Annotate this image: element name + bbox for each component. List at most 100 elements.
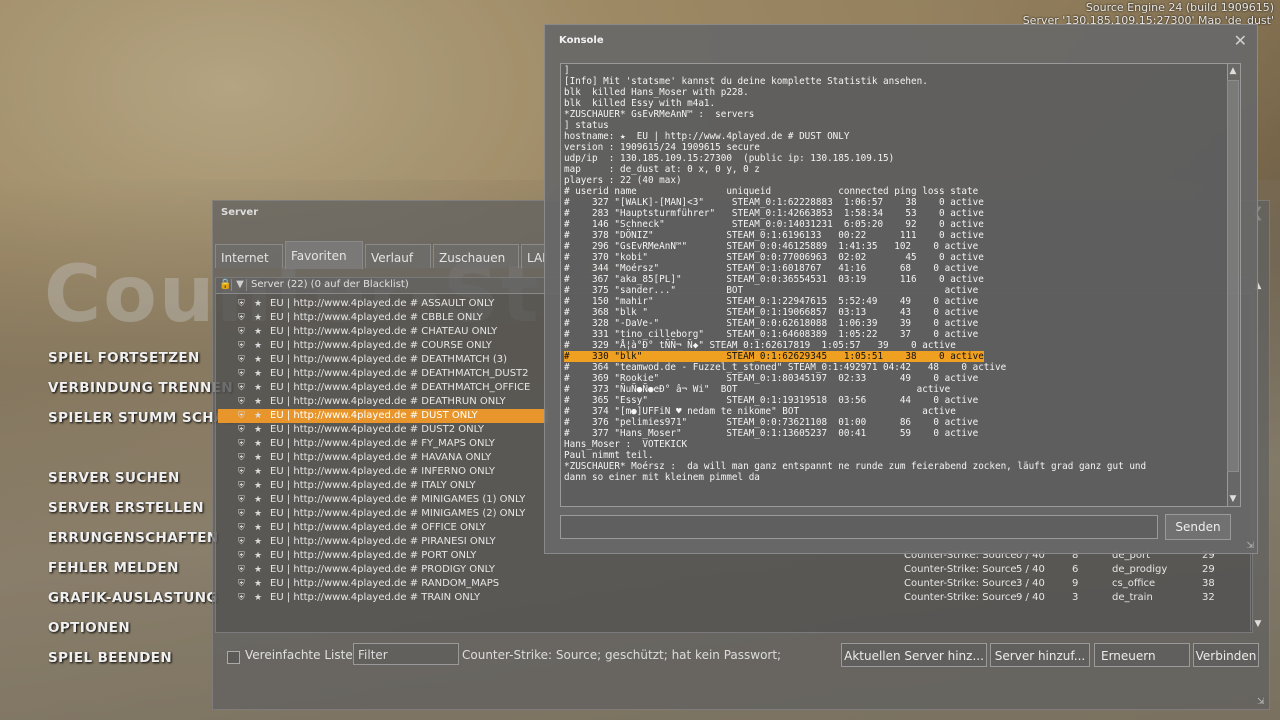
send-button[interactable]: Senden: [1165, 514, 1231, 540]
console-line: # 375 "sander..." BOT active: [564, 285, 979, 296]
console-line: # 328 "-DaVe-" STEAM_0:0:62618088 1:06:3…: [564, 318, 979, 329]
console-line: # 364 "teamwod.de - Fuzzel_t_stoned" STE…: [564, 362, 1007, 373]
table-row[interactable]: ⛨ ★ EU | http://www.4played.de # TRAIN ONL…: [218, 591, 1250, 605]
star-icon: ★: [254, 467, 263, 477]
resize-grip-icon[interactable]: ⇲: [1257, 697, 1267, 707]
star-icon: ★: [254, 341, 263, 351]
console-line: map : de_dust at: 0 x, 0 y, 0 z: [564, 164, 760, 175]
console-line: blk killed Hans_Moser with p228.: [564, 87, 749, 98]
star-icon: ★: [254, 509, 263, 519]
console-line: *ZUSCHAUER* Moérsz : da will man ganz en…: [564, 461, 1147, 472]
server-name: EU | http://www.4played.de # DUST ONLY: [270, 410, 478, 421]
shield-icon: ⛨: [238, 327, 245, 337]
shield-icon: ⛨: [238, 369, 245, 379]
menu-quit-game[interactable]: SPIEL BEENDEN: [48, 650, 172, 666]
server-name: EU | http://www.4played.de # TRAIN ONLY: [270, 592, 481, 603]
add-server-button[interactable]: Server hinzuf...: [990, 643, 1090, 667]
console-line: # 150 "mahir" STEAM_0:1:22947615 5:52:49…: [564, 296, 979, 307]
console-scroll-thumb[interactable]: [1227, 80, 1239, 472]
shield-icon: ⛨: [238, 537, 245, 547]
server-name: EU | http://www.4played.de # MINIGAMES (…: [270, 494, 526, 505]
table-row[interactable]: ⛨ ★ EU | http://www.4played.de # PRODIGY O…: [218, 563, 1250, 577]
server-latency: 38: [1202, 578, 1215, 589]
simple-list-label: Vereinfachte Liste: [245, 648, 353, 662]
tab-favorites[interactable]: Favoriten: [285, 241, 363, 269]
console-line: # 344 "Moérsz" STEAM_0:1:6018767 41:16 6…: [564, 263, 979, 274]
menu-report-bug[interactable]: FEHLER MELDEN: [48, 560, 179, 576]
menu-graphics-load[interactable]: GRAFIK-AUSLASTUNG: [48, 590, 218, 606]
star-icon: ★: [254, 579, 263, 589]
menu-achievements[interactable]: ERRUNGENSCHAFTEN: [48, 530, 219, 546]
star-icon: ★: [254, 453, 263, 463]
star-icon: ★: [254, 411, 263, 421]
server-players: 3 / 40: [1016, 578, 1045, 589]
console-line: # 368 "blk " STEAM_0:1:19066857 03:13 43…: [564, 307, 979, 318]
star-icon: ★: [254, 439, 263, 449]
star-icon: ★: [254, 397, 263, 407]
connect-button[interactable]: Verbinden: [1193, 643, 1259, 667]
shield-icon: ⛨: [238, 299, 245, 309]
server-name: EU | http://www.4played.de # INFERNO ONL…: [270, 466, 495, 477]
server-name: EU | http://www.4played.de # ITALY ONLY: [270, 480, 476, 491]
menu-disconnect[interactable]: VERBINDUNG TRENNEN: [48, 380, 233, 396]
console-line: # 378 "DÖNIZ" STEAM_0:1:6196133 00:22 11…: [564, 230, 984, 241]
console-line: version : 1909615/24 1909615 secure: [564, 142, 760, 153]
shield-icon: ⛨: [238, 439, 245, 449]
refresh-button[interactable]: Erneuern: [1094, 643, 1190, 667]
server-game: Counter-Strike: Source: [904, 592, 1017, 603]
star-icon: ★: [254, 537, 263, 547]
console-line: # 330 "blk" STEAM_0:1:62629345 1:05:51 3…: [564, 351, 984, 362]
console-line: *ZUSCHAUER* GsEvRMeAnN™ : servers: [564, 109, 755, 120]
tab-internet[interactable]: Internet: [215, 244, 283, 268]
tab-history[interactable]: Verlauf: [365, 244, 431, 268]
scroll-down-icon[interactable]: ▼: [1226, 492, 1240, 506]
scroll-down-icon[interactable]: ▼: [1251, 617, 1265, 631]
server-name: EU | http://www.4played.de # CBBLE ONLY: [270, 312, 483, 323]
console-line: players : 22 (40 max): [564, 175, 682, 186]
star-icon: ★: [254, 425, 263, 435]
console-line: blk killed Essy with m4a1.: [564, 98, 716, 109]
star-icon: ★: [254, 523, 263, 533]
shield-icon: ⛨: [238, 397, 245, 407]
console-line: # 296 "GsEvRMeAnN™" STEAM_0:0:46125889 1…: [564, 241, 979, 252]
shield-icon: ⛨: [238, 341, 245, 351]
console-line: # 146 "Schneck" STEAM_0:0:14031231 6:05:…: [564, 219, 984, 230]
menu-create-server[interactable]: SERVER ERSTELLEN: [48, 500, 204, 516]
star-icon: ★: [254, 369, 263, 379]
server-browser-footer: Vereinfachte Liste Filter Counter-Strike…: [213, 643, 1269, 673]
simple-list-checkbox[interactable]: [227, 651, 240, 664]
console-window: Konsole ✕ ] [Info] Mit 'statsme' kannst d…: [544, 24, 1258, 554]
console-line: # 329 "Å¦à°Ð° tÑÑ¬ Ñ◆" STEAM_0:1:6261781…: [564, 340, 956, 351]
table-row[interactable]: ⛨ ★ EU | http://www.4played.de # RANDOM_MA…: [218, 577, 1250, 591]
filter-description: Counter-Strike: Source; geschützt; hat k…: [462, 648, 782, 662]
console-line: # 331 "tino_cilleborg" STEAM_0:1:6460838…: [564, 329, 979, 340]
lock-icon[interactable]: 🔒: [219, 279, 232, 291]
scroll-up-icon[interactable]: ▲: [1226, 64, 1240, 78]
star-icon: ★: [254, 551, 263, 561]
server-name: EU | http://www.4played.de # MINIGAMES (…: [270, 508, 526, 519]
menu-resume-game[interactable]: SPIEL FORTSETZEN: [48, 350, 200, 366]
console-line: # 327 "[WALK]-[MAN]<3" STEAM_0:1:6222888…: [564, 197, 984, 208]
tab-spectate[interactable]: Zuschauen: [433, 244, 519, 268]
console-input[interactable]: [560, 515, 1158, 539]
add-current-server-button[interactable]: Aktuellen Server hinz...: [841, 643, 987, 667]
close-icon[interactable]: ✕: [1234, 31, 1247, 50]
server-name: EU | http://www.4played.de # ASSAULT ONL…: [270, 298, 495, 309]
console-line: # 369 "Rookie" STEAM_0:1:80345197 02:33 …: [564, 373, 979, 384]
console-line: # 370 "kobi" STEAM_0:0:77006963 02:02 45…: [564, 252, 984, 263]
server-map: de_prodigy: [1112, 564, 1168, 575]
resize-grip-icon[interactable]: ⇲: [1246, 541, 1254, 551]
shield-icon[interactable]: ▼: [234, 279, 247, 291]
menu-options[interactable]: OPTIONEN: [48, 620, 130, 636]
star-icon: ★: [254, 593, 263, 603]
menu-find-servers[interactable]: SERVER SUCHEN: [48, 470, 180, 486]
table-row[interactable]: ⛨ ★ EU | http://www.4played.de # DUST ONLY: [218, 409, 548, 423]
filter-button[interactable]: Filter: [353, 643, 459, 665]
console-line: # 365 "Essy" STEAM_0:1:19319518 03:56 44…: [564, 395, 979, 406]
console-line: Paul nimmt teil.: [564, 450, 654, 461]
server-players: 5 / 40: [1016, 564, 1045, 575]
console-title: Konsole: [559, 35, 604, 46]
console-line: udp/ip : 130.185.109.15:27300 (public ip…: [564, 153, 895, 164]
server-list-header-label[interactable]: Server (22) (0 auf der Blacklist): [251, 279, 409, 290]
console-scrollbar[interactable]: ▲ ▼: [1226, 63, 1241, 507]
